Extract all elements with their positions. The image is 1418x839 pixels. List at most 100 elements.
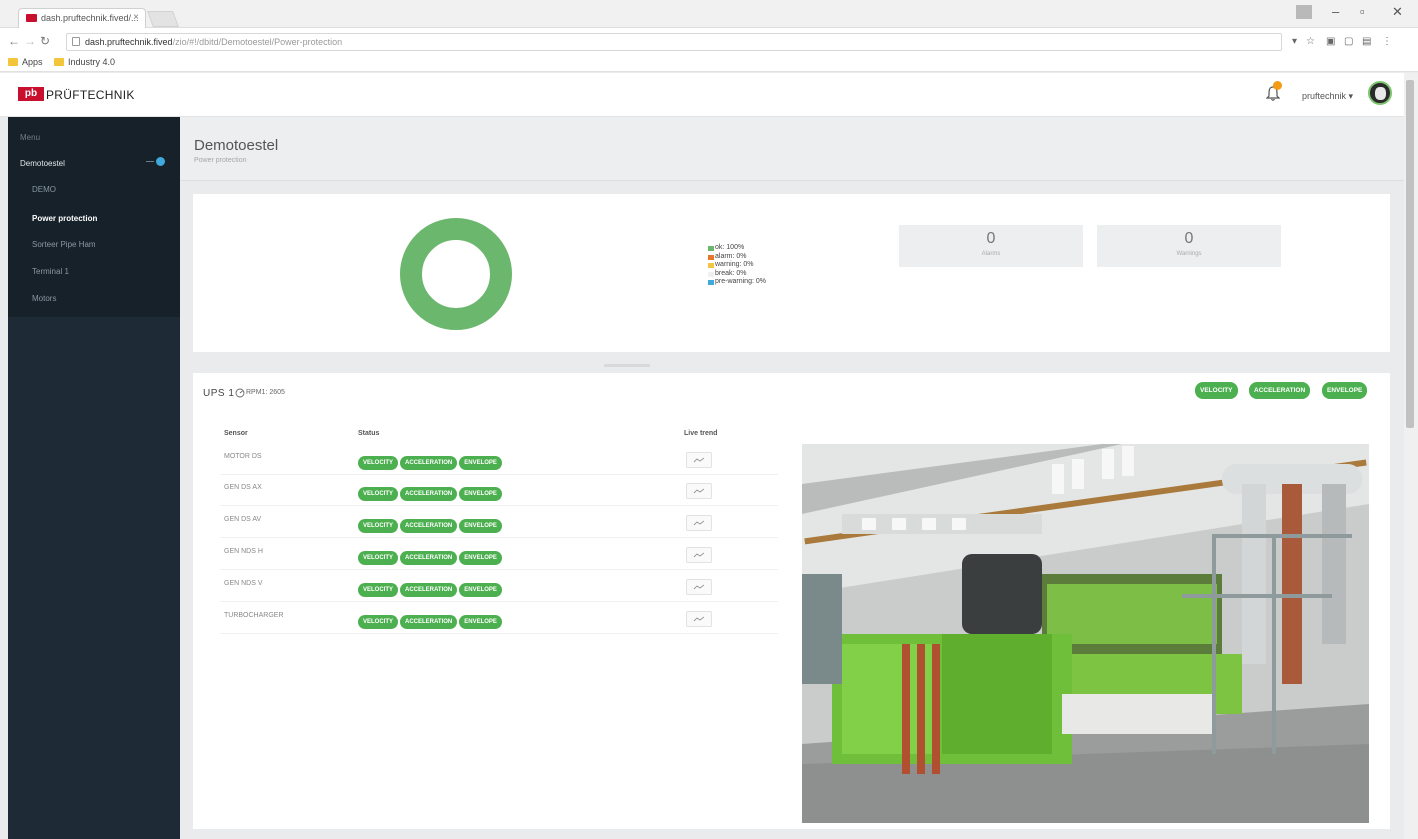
extension-icon[interactable]: ▣ (1326, 36, 1335, 47)
trend-chart-icon (693, 584, 705, 590)
extension-icon[interactable]: ▤ (1362, 36, 1371, 47)
acceleration-button[interactable]: ACCELERATION (400, 519, 458, 533)
extension-icon[interactable]: ▾ (1292, 36, 1297, 47)
column-header-status: Status (358, 430, 380, 437)
velocity-button[interactable]: VELOCITY (358, 487, 399, 501)
avatar-face (1375, 87, 1386, 100)
ups-envelope-button[interactable]: ENVELOPE (1322, 382, 1368, 399)
bookmark-star-icon[interactable]: ☆ (1306, 36, 1315, 47)
sidebar-item-demo[interactable]: DEMO (32, 185, 56, 194)
brand-name[interactable]: PRÜFTECHNIK (46, 88, 135, 102)
live-trend-button[interactable] (686, 483, 712, 499)
envelope-button[interactable]: ENVELOPE (459, 456, 502, 470)
sidebar-item-motors[interactable]: Motors (32, 294, 56, 303)
back-icon[interactable]: ← (8, 34, 20, 48)
acceleration-button[interactable]: ACCELERATION (400, 583, 458, 597)
table-row: MOTOR DS VELOCITY ACCELERATION ENVELOPE (220, 444, 778, 475)
page-header (180, 117, 1404, 181)
envelope-button[interactable]: ENVELOPE (459, 551, 502, 565)
velocity-button[interactable]: VELOCITY (358, 615, 399, 629)
donut-ok-ring (400, 218, 512, 330)
velocity-button[interactable]: VELOCITY (358, 583, 399, 597)
tab-close-icon[interactable]: × (133, 12, 139, 23)
maximize-icon[interactable]: ▫ (1360, 4, 1365, 19)
legend-swatch (708, 263, 714, 269)
minimize-icon[interactable]: – (1332, 4, 1339, 19)
envelope-button[interactable]: ENVELOPE (459, 583, 502, 597)
table-row: TURBOCHARGER VELOCITY ACCELERATION ENVELOP… (220, 603, 778, 634)
velocity-button[interactable]: VELOCITY (358, 551, 399, 565)
column-header-live-trend: Live trend (684, 430, 718, 437)
bookmark-apps[interactable]: Apps (8, 57, 43, 67)
browser-tabbar: dash.pruftechnik.fived/... × – ▫ ✕ (0, 0, 1418, 28)
page-info-icon[interactable] (72, 37, 80, 46)
sensor-name: GEN NDS H (224, 548, 263, 555)
status-legend: ok: 100% alarm: 0% warning: 0% break: 0%… (708, 244, 766, 287)
browser-profile-icon[interactable] (1296, 5, 1312, 19)
ups-envelope-button-wrap: ENVELOPE (1322, 379, 1368, 399)
legend-swatch (708, 280, 714, 286)
brand-logo[interactable]: pb (18, 87, 44, 101)
close-window-icon[interactable]: ✕ (1392, 4, 1403, 20)
bookmark-label: Apps (22, 57, 43, 67)
legend-break: break: 0% (708, 270, 766, 279)
user-menu[interactable]: pruftechnik ▾ (1302, 91, 1353, 102)
sidebar-item-terminal[interactable]: Terminal 1 (32, 267, 69, 276)
url-path: /zio/#!/dbitd/Demotoestel/Power-protecti… (172, 37, 343, 47)
ups-velocity-button[interactable]: VELOCITY (1195, 382, 1238, 399)
browser-tab[interactable]: dash.pruftechnik.fived/... × (18, 8, 146, 28)
live-trend-button[interactable] (686, 452, 712, 468)
envelope-button[interactable]: ENVELOPE (459, 487, 502, 501)
speedometer-icon (235, 388, 245, 398)
warnings-counter[interactable]: 0 Warnings (1097, 225, 1281, 267)
menu-icon[interactable]: ⋮ (1382, 36, 1392, 47)
legend-swatch (708, 246, 714, 251)
machine-photo (802, 444, 1369, 823)
envelope-button[interactable]: ENVELOPE (459, 519, 502, 533)
table-row: GEN NDS H VELOCITY ACCELERATION ENVELOPE (220, 539, 778, 570)
url-input[interactable]: dash.pruftechnik.fived/zio/#!/dbitd/Demo… (66, 33, 1282, 51)
page-subtitle: Power protection (194, 157, 247, 164)
sidebar-group-demotoestel[interactable]: Demotoestel (20, 159, 65, 168)
page-title: Demotoestel (194, 137, 279, 154)
trend-chart-icon (693, 457, 705, 463)
legend-label: break: 0% (715, 269, 747, 277)
reload-icon[interactable]: ↻ (40, 34, 50, 48)
forward-icon[interactable]: → (24, 34, 36, 48)
acceleration-button[interactable]: ACCELERATION (400, 551, 458, 565)
bookmarks-bar: Apps Industry 4.0 (0, 54, 1418, 72)
velocity-button[interactable]: VELOCITY (358, 519, 399, 533)
bookmark-industry[interactable]: Industry 4.0 (54, 57, 115, 67)
sidebar-item-power-protection[interactable]: Power protection (32, 214, 97, 223)
collapse-icon[interactable] (146, 161, 154, 162)
trend-chart-icon (693, 552, 705, 558)
status-buttons: VELOCITY ACCELERATION ENVELOPE (358, 578, 504, 597)
acceleration-button[interactable]: ACCELERATION (400, 456, 458, 470)
ups-title: UPS 1 (203, 388, 235, 399)
ups-rpm: RPM1: 2605 (246, 389, 285, 396)
live-trend-button[interactable] (686, 515, 712, 531)
sidebar-item-pipe[interactable]: Sorteer Pipe Ham (32, 240, 96, 249)
legend-label: pre-warning: 0% (715, 278, 766, 286)
new-tab-button[interactable] (147, 11, 179, 27)
extension-icon[interactable]: ▢ (1344, 36, 1353, 47)
apps-icon (8, 58, 18, 66)
ups-acceleration-button[interactable]: ACCELERATION (1249, 382, 1311, 399)
scrollbar-thumb[interactable] (1406, 80, 1414, 428)
alarms-label: Alarms (981, 251, 1001, 257)
app-header (0, 73, 1418, 117)
avatar[interactable] (1368, 81, 1392, 105)
velocity-button[interactable]: VELOCITY (358, 456, 399, 470)
trend-chart-icon (693, 616, 705, 622)
acceleration-button[interactable]: ACCELERATION (400, 615, 458, 629)
legend-alarm: alarm: 0% (708, 253, 766, 262)
live-trend-button[interactable] (686, 611, 712, 627)
live-trend-button[interactable] (686, 579, 712, 595)
acceleration-button[interactable]: ACCELERATION (400, 487, 458, 501)
alarms-counter[interactable]: 0 Alarms (899, 225, 1083, 267)
envelope-button[interactable]: ENVELOPE (459, 615, 502, 629)
status-buttons: VELOCITY ACCELERATION ENVELOPE (358, 610, 504, 629)
live-trend-button[interactable] (686, 547, 712, 563)
ups-acceleration-button-wrap: ACCELERATION (1249, 379, 1311, 399)
generator-hall-image (802, 444, 1369, 823)
